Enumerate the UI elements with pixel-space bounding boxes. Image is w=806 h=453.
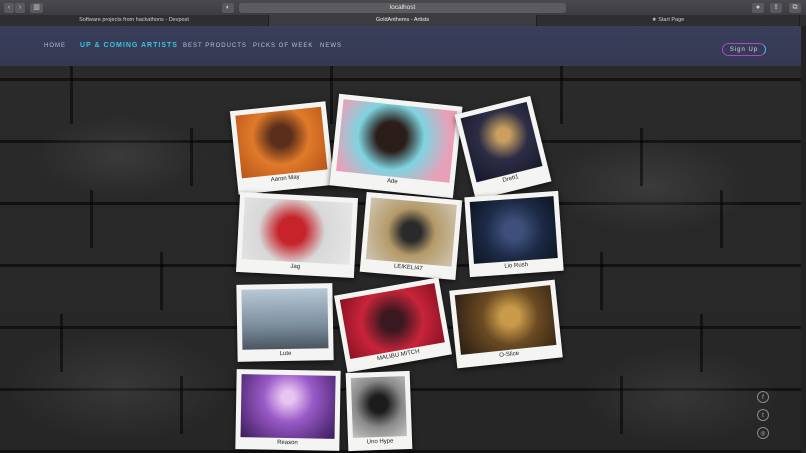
nav-home[interactable]: HOME bbox=[44, 43, 66, 49]
artist-name: Lute bbox=[279, 350, 292, 358]
tab-devpost[interactable]: Software projects from hackathons - Devp… bbox=[0, 15, 269, 26]
artist-photo bbox=[240, 374, 336, 439]
address-bar[interactable]: localhost bbox=[239, 3, 566, 13]
artist-card-ade[interactable]: Ade bbox=[329, 93, 463, 199]
artist-card-lute[interactable]: Lute bbox=[236, 283, 334, 362]
tab-artists[interactable]: GoldAnthems - Artists bbox=[269, 15, 537, 26]
facebook-icon[interactable]: f bbox=[757, 391, 769, 403]
artist-photo bbox=[350, 376, 407, 438]
artist-card-reason[interactable]: Reason bbox=[235, 369, 341, 451]
tabs-icon[interactable]: ⧉ bbox=[789, 3, 801, 13]
address-text: localhost bbox=[389, 4, 416, 11]
artist-photo bbox=[365, 197, 457, 267]
share-icon[interactable]: ⇧ bbox=[770, 3, 782, 13]
scrollbar[interactable] bbox=[801, 26, 806, 453]
artist-photo bbox=[454, 285, 557, 355]
artist-card-jag[interactable]: Jag bbox=[235, 191, 359, 279]
browser-toolbar: ‹ › ▥ ◐ localhost ● ⇧ ⧉ bbox=[0, 0, 806, 15]
artist-card-o-slice[interactable]: O-Slice bbox=[449, 279, 563, 369]
download-icon[interactable]: ● bbox=[752, 3, 764, 13]
forward-icon[interactable]: › bbox=[15, 3, 25, 13]
artist-card-lio-rush[interactable]: Lio Rush bbox=[464, 190, 564, 278]
tab-label: Start Page bbox=[658, 17, 685, 23]
artist-photo bbox=[235, 106, 328, 179]
nav-picks-of-week[interactable]: PICKS OF WEEK bbox=[253, 43, 313, 49]
artist-card-leikeli47[interactable]: LEIKELI47 bbox=[359, 191, 463, 281]
artist-card-aaron-may[interactable]: Aaron May bbox=[229, 101, 335, 195]
tab-bar: Software projects from hackathons - Devp… bbox=[0, 15, 806, 26]
tab-label: Software projects from hackathons - Devp… bbox=[79, 17, 189, 23]
artist-name: Reason bbox=[277, 439, 298, 447]
tab-start-page[interactable]: ★ Start Page bbox=[537, 15, 800, 26]
artist-photo bbox=[241, 288, 329, 350]
tab-label: GoldAnthems - Artists bbox=[375, 17, 430, 23]
artist-name: Uno Hype bbox=[366, 438, 394, 446]
sidebar-icon[interactable]: ▥ bbox=[30, 3, 43, 13]
instagram-icon[interactable]: ◎ bbox=[757, 427, 769, 439]
nav-up-coming-artists[interactable]: UP & COMING ARTISTS bbox=[80, 42, 178, 49]
artist-card-uno-hype[interactable]: Uno Hype bbox=[345, 370, 413, 452]
shield-icon[interactable]: ◐ bbox=[222, 3, 234, 13]
back-icon[interactable]: ‹ bbox=[4, 3, 14, 13]
nav-best-products[interactable]: BEST PRODUCTS bbox=[183, 43, 247, 49]
browser-chrome: ‹ › ▥ ◐ localhost ● ⇧ ⧉ Software project… bbox=[0, 0, 806, 27]
artist-photo bbox=[336, 99, 457, 183]
signup-button[interactable]: Sign Up bbox=[722, 43, 766, 56]
artist-photo bbox=[469, 196, 558, 264]
site-navbar: HOME UP & COMING ARTISTS BEST PRODUCTS P… bbox=[0, 26, 806, 66]
artist-photo bbox=[241, 197, 353, 265]
nav-news[interactable]: NEWS bbox=[320, 43, 342, 49]
twitter-icon[interactable]: t bbox=[757, 409, 769, 421]
